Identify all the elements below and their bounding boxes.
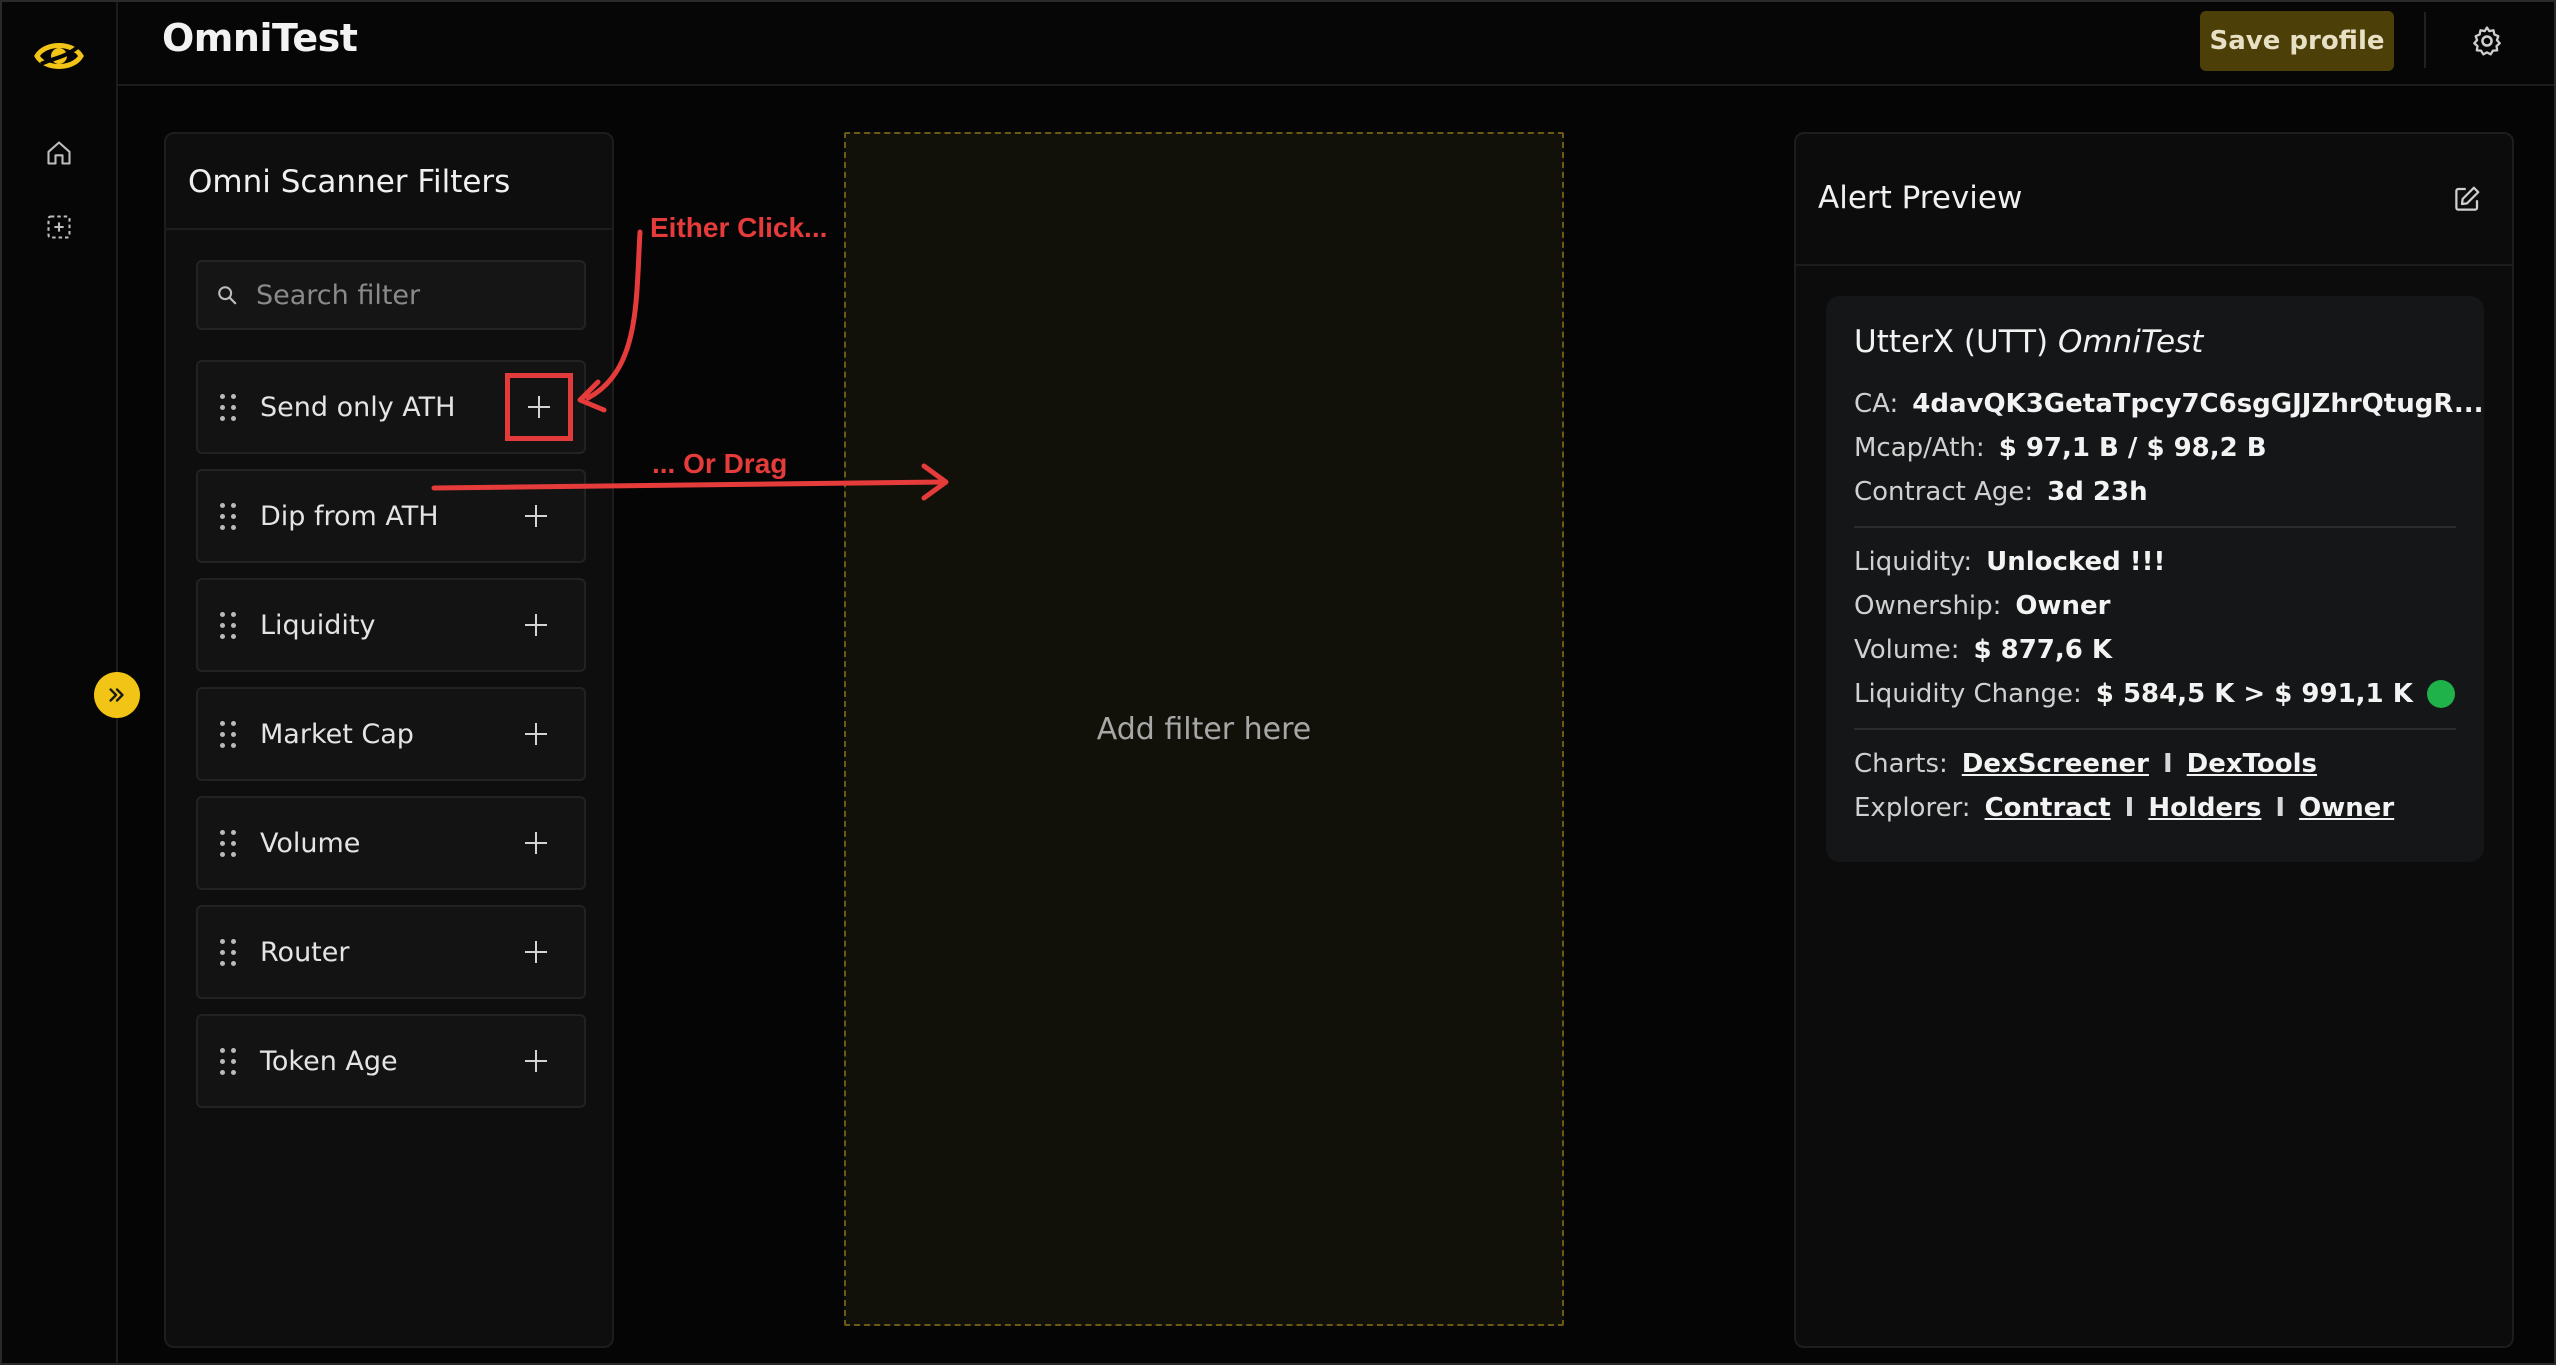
add-filter-plus-icon[interactable] [516, 823, 556, 863]
filter-item-router[interactable]: Router [196, 905, 586, 999]
mcap-value: $ 97,1 B / $ 98,2 B [1998, 433, 2267, 463]
app-title: OmniTest [162, 16, 358, 60]
gear-icon[interactable] [2470, 24, 2504, 58]
add-filter-plus-icon[interactable] [516, 932, 556, 972]
filter-label: Send only ATH [260, 391, 456, 423]
drag-handle-icon[interactable] [220, 938, 240, 966]
filter-label: Liquidity [260, 609, 376, 641]
age-value: 3d 23h [2047, 477, 2148, 507]
home-button[interactable] [42, 136, 76, 170]
link-separator: I [2162, 749, 2173, 779]
save-profile-button[interactable]: Save profile [2200, 11, 2394, 71]
divider [1854, 728, 2456, 730]
filter-label: Router [260, 936, 350, 968]
age-label: Contract Age: [1854, 477, 2034, 507]
filter-label: Dip from ATH [260, 500, 439, 532]
search-input[interactable] [256, 279, 576, 311]
filters-title: Omni Scanner Filters [166, 134, 612, 230]
volume-label: Volume: [1854, 635, 1960, 665]
annotation-drag-text: ... Or Drag [652, 448, 788, 479]
ca-label: CA: [1854, 389, 1899, 419]
expand-sidebar-button[interactable] [94, 672, 140, 718]
toolbar-divider [2424, 12, 2426, 68]
filter-label: Volume [260, 827, 361, 859]
drag-handle-icon[interactable] [220, 1047, 240, 1075]
drag-handle-icon[interactable] [220, 393, 240, 421]
explorer-label: Explorer: [1854, 793, 1971, 823]
liquidity-change-row: Liquidity Change: $ 584,5 K > $ 991,1 K [1854, 672, 2456, 716]
liquidity-value: Unlocked !!! [1986, 547, 2166, 577]
add-filter-plus-icon[interactable] [516, 496, 556, 536]
mcap-row: Mcap/Ath: $ 97,1 B / $ 98,2 B [1854, 426, 2456, 470]
liquidity-label: Liquidity: [1854, 547, 1973, 577]
ca-row: CA: 4davQK3GetaTpcy7C6sgGJJZhrQtugR... [1854, 382, 2483, 426]
filter-label: Market Cap [260, 718, 414, 750]
volume-row: Volume: $ 877,6 K [1854, 628, 2456, 672]
annotation-click-text: Either Click... [650, 212, 828, 243]
filter-item-liquidity[interactable]: Liquidity [196, 578, 586, 672]
dextools-link[interactable]: DexTools [2187, 749, 2317, 779]
filter-item-market-cap[interactable]: Market Cap [196, 687, 586, 781]
liquidity-change-label: Liquidity Change: [1854, 679, 2082, 709]
owner-link[interactable]: Owner [2299, 793, 2394, 823]
alert-header: Alert Preview [1796, 134, 2512, 266]
drag-handle-icon[interactable] [220, 720, 240, 748]
filter-item-volume[interactable]: Volume [196, 796, 586, 890]
volume-value: $ 877,6 K [1973, 635, 2113, 665]
link-separator: I [2275, 793, 2286, 823]
divider [1854, 526, 2456, 528]
ca-value: 4davQK3GetaTpcy7C6sgGJJZhrQtugR... [1912, 389, 2484, 419]
home-icon [47, 141, 71, 165]
filter-item-send-only-ath[interactable]: Send only ATH [196, 360, 586, 454]
drag-handle-icon[interactable] [220, 829, 240, 857]
filter-drop-zone[interactable]: Add filter here [844, 132, 1564, 1326]
charts-row: Charts: DexScreener I DexTools [1854, 742, 2456, 786]
add-filter-plus-icon[interactable] [516, 714, 556, 754]
token-title: UtterX (UTT) OmniTest [1854, 324, 2456, 360]
search-icon [218, 286, 237, 305]
add-filter-plus-icon[interactable] [505, 373, 573, 441]
scanner-button[interactable] [42, 210, 76, 244]
ownership-label: Ownership: [1854, 591, 2002, 621]
drop-zone-hint: Add filter here [1096, 711, 1312, 747]
ownership-row: Ownership: Owner [1854, 584, 2456, 628]
explorer-row: Explorer: Contract I Holders I Owner [1854, 786, 2456, 830]
status-dot [2426, 680, 2455, 708]
chevrons-right-icon [109, 688, 124, 702]
drag-handle-icon[interactable] [220, 502, 240, 530]
charts-label: Charts: [1854, 749, 1948, 779]
eye-logo-icon[interactable] [33, 34, 85, 78]
add-filter-plus-icon[interactable] [516, 1041, 556, 1081]
top-bar: OmniTest Save profile [118, 0, 2556, 86]
alert-title: Alert Preview [1818, 180, 2023, 216]
edit-icon[interactable] [2452, 184, 2482, 214]
ownership-value: Owner [2015, 591, 2111, 621]
drag-handle-icon[interactable] [220, 611, 240, 639]
alert-card: UtterX (UTT) OmniTest CA: 4davQK3GetaTpc… [1826, 296, 2484, 862]
token-name: UtterX (UTT) [1854, 324, 2049, 360]
dexscreener-link[interactable]: DexScreener [1962, 749, 2149, 779]
holders-link[interactable]: Holders [2148, 793, 2261, 823]
age-row: Contract Age: 3d 23h [1854, 470, 2456, 514]
contract-link[interactable]: Contract [1985, 793, 2111, 823]
liquidity-row: Liquidity: Unlocked !!! [1854, 540, 2456, 584]
alert-preview-panel: Alert Preview UtterX (UTT) OmniTest CA: … [1794, 132, 2514, 1348]
token-source: OmniTest [2057, 324, 2204, 360]
filter-item-dip-from-ath[interactable]: Dip from ATH [196, 469, 586, 563]
scan-icon [47, 215, 71, 239]
filter-label: Token Age [260, 1045, 398, 1077]
link-separator: I [2124, 793, 2135, 823]
liquidity-change-value: $ 584,5 K > $ 991,1 K [2095, 679, 2413, 709]
filters-panel: Omni Scanner Filters Send only ATH Dip f… [164, 132, 614, 1348]
add-filter-plus-icon[interactable] [516, 605, 556, 645]
search-box [196, 260, 586, 330]
filter-item-token-age[interactable]: Token Age [196, 1014, 586, 1108]
mcap-label: Mcap/Ath: [1854, 433, 1985, 463]
